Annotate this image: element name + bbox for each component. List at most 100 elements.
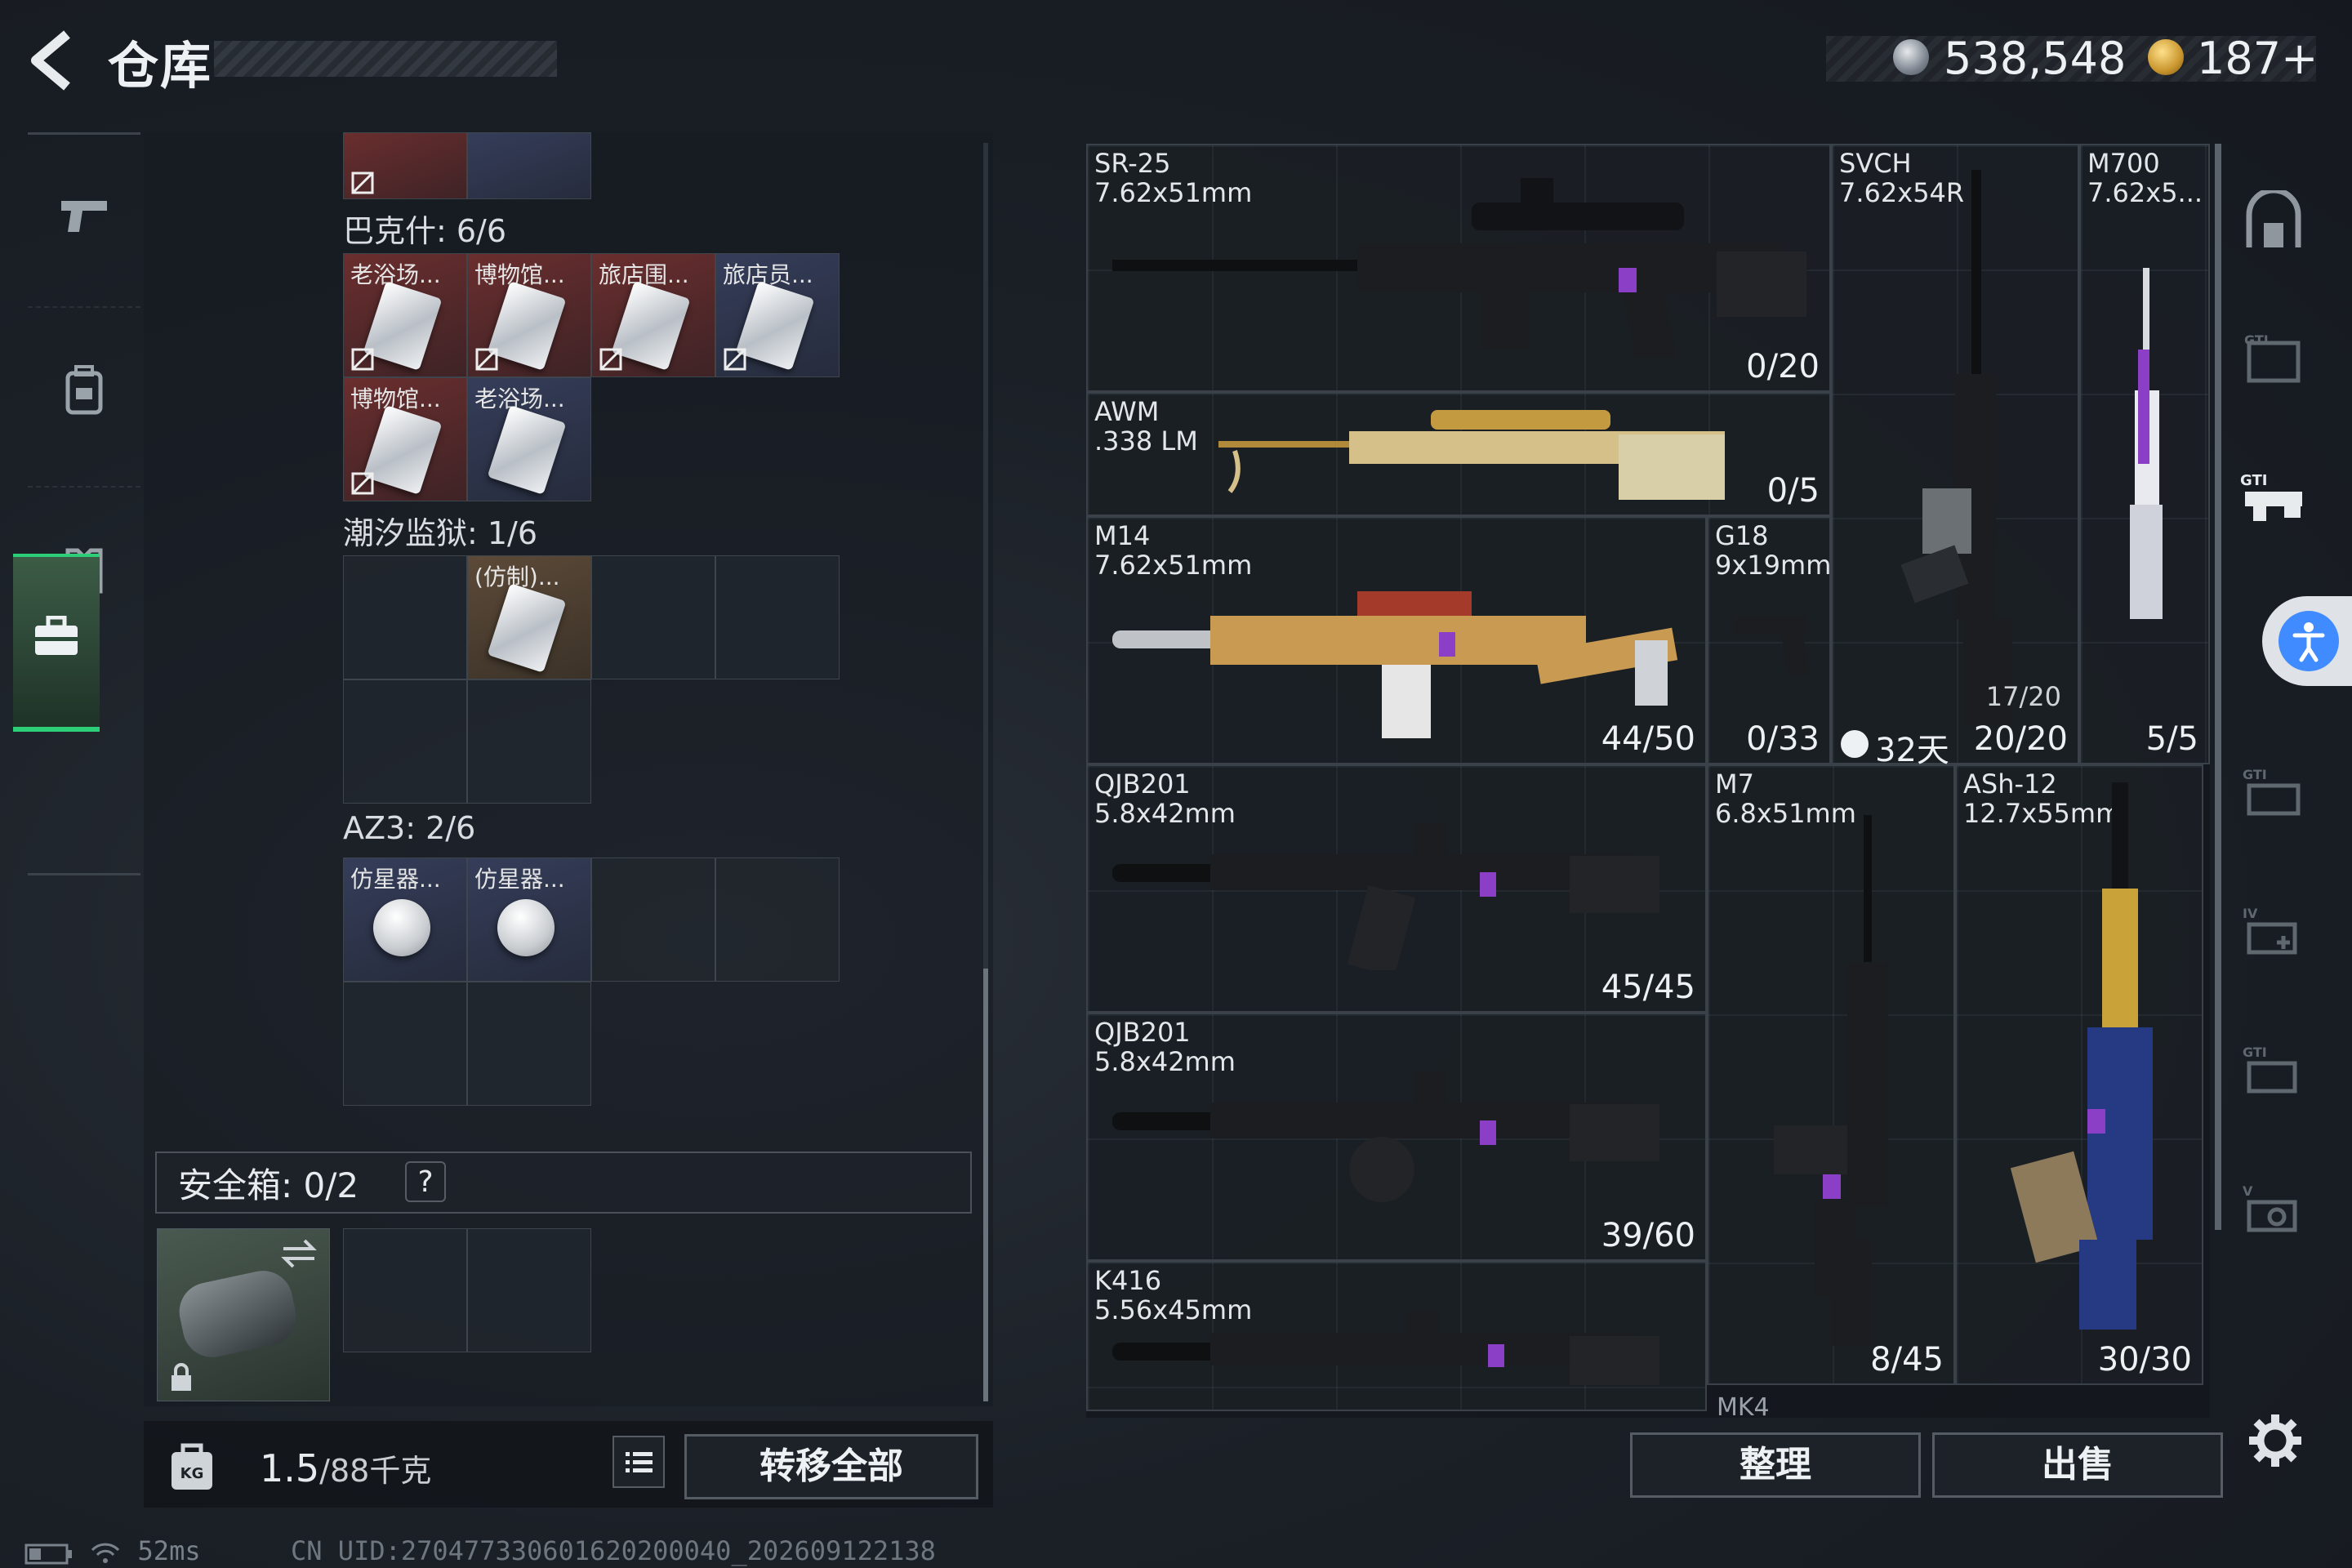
section-label: AZ3: 2/6 <box>343 810 476 846</box>
weight-bag-icon: KG <box>172 1443 212 1490</box>
safe-box-slot[interactable] <box>157 1228 330 1401</box>
empty-cell[interactable] <box>715 555 840 679</box>
tab-medical-icon: IV <box>2243 906 2297 955</box>
empty-cell[interactable] <box>343 1228 467 1352</box>
weapon-card-g18[interactable]: G18 9x19mm 0/33 <box>1707 516 1831 764</box>
weapon-card-svch[interactable]: SVCH 7.62x54R 17/20 20/20 <box>1831 144 2079 764</box>
empty-cell[interactable] <box>467 982 591 1106</box>
item-name: 仿星器... <box>474 866 565 893</box>
title-stripe <box>214 41 557 77</box>
ammo-subcount: 17/20 <box>1985 681 2061 712</box>
awm-rifle-icon <box>1218 410 1725 500</box>
item-cell[interactable]: 旅店员... <box>715 253 840 377</box>
item-cell[interactable]: 博物馆... <box>343 377 467 501</box>
item-cell[interactable]: 仿星器... <box>343 858 467 982</box>
blocked-icon <box>351 172 374 194</box>
weapon-card-m7[interactable]: M7 6.8x51mm 8/45 <box>1707 764 1955 1385</box>
keycard-icon <box>487 583 567 673</box>
bolt-rifle-icon <box>2130 268 2163 619</box>
section-label: 巴克什: 6/6 <box>343 213 507 249</box>
weapon-card-m14[interactable]: M14 7.62x51mm 44/50 <box>1086 516 1707 764</box>
item-cell[interactable]: (仿制)... <box>467 555 591 679</box>
pistol-icon <box>1733 616 1810 675</box>
empty-cell[interactable] <box>467 679 591 804</box>
weapons-scrollbar[interactable] <box>2215 144 2221 1230</box>
m14-rifle-icon <box>1112 591 1678 738</box>
rifle-vertical-icon <box>1900 170 2012 725</box>
svg-text:GTI: GTI <box>2240 472 2267 489</box>
weapon-card-sr25[interactable]: SR-25 7.62x51mm 0/20 <box>1086 144 1831 392</box>
tab-misc-icon: V <box>2243 1183 2297 1232</box>
sell-button[interactable]: 出售 <box>1932 1432 2223 1498</box>
stash-tab-1[interactable]: GTI <box>2231 299 2316 421</box>
toolbox-icon <box>35 616 78 655</box>
stash-scroll-thumb[interactable] <box>983 969 988 1401</box>
stash-tab-4[interactable]: IV <box>2231 871 2316 993</box>
weapon-card-qjb201-2[interactable]: QJB201 5.8x42mm 39/60 <box>1086 1013 1707 1261</box>
empty-cell[interactable] <box>591 858 715 982</box>
lock-icon <box>172 1363 191 1391</box>
back-arrow-icon[interactable] <box>24 29 82 91</box>
ammo-count: 44/50 <box>1601 720 1695 758</box>
settings-gear-icon[interactable] <box>2247 1413 2303 1468</box>
sort-button[interactable]: 整理 <box>1630 1432 1921 1498</box>
list-view-button[interactable] <box>612 1436 665 1488</box>
empty-cell[interactable] <box>591 555 715 679</box>
empty-cell[interactable] <box>343 982 467 1106</box>
stash-tab-3[interactable]: GTI <box>2231 732 2316 854</box>
silver-amount: 538,548 <box>1944 33 2127 84</box>
item-cell[interactable]: 老浴场... <box>467 377 591 501</box>
weapon-card-m700[interactable]: M700 7.62x5... 5/5 <box>2079 144 2210 764</box>
stash-tab-home[interactable] <box>2231 160 2316 283</box>
ammo-count: 0/33 <box>1746 720 1820 758</box>
section-label: 潮汐监狱: 1/6 <box>343 515 538 551</box>
wifi-icon <box>91 1543 120 1563</box>
swap-icon[interactable] <box>280 1237 318 1270</box>
ammo-count: 5/5 <box>2145 720 2198 758</box>
nav-gear-active[interactable] <box>13 554 100 732</box>
category-nav <box>28 132 140 875</box>
svg-text:IV: IV <box>2243 906 2258 921</box>
item-cell[interactable]: 仿星器... <box>467 858 591 982</box>
stash-tab-6[interactable]: V <box>2231 1148 2316 1271</box>
svg-text:V: V <box>2243 1183 2253 1199</box>
empty-cell[interactable] <box>715 858 840 982</box>
item-cell[interactable]: 博物馆... <box>467 253 591 377</box>
lmg-icon <box>1112 823 1659 970</box>
svg-text:GTI: GTI <box>2243 1045 2267 1060</box>
weapon-card-k416[interactable]: K416 5.56x45mm <box>1086 1261 1707 1411</box>
backpack-icon <box>65 365 103 415</box>
item-cell[interactable]: 旅店围... <box>591 253 715 377</box>
blocked-icon <box>351 472 374 495</box>
keycard-icon <box>487 281 567 371</box>
ammo-count: 8/45 <box>1870 1341 1944 1379</box>
stash-tab-2-active[interactable]: GTI <box>2231 438 2316 560</box>
item-cell[interactable] <box>343 132 467 199</box>
ash12-rifle-icon <box>2010 782 2153 1330</box>
nav-backpack[interactable] <box>28 306 140 471</box>
ammo-count: 0/5 <box>1766 472 1820 510</box>
svg-text:KG: KG <box>180 1465 204 1482</box>
nav-weapons[interactable] <box>28 135 140 298</box>
blocked-icon <box>724 348 746 371</box>
weapon-name: G18 9x19mm <box>1715 520 1831 581</box>
ammo-count: 30/30 <box>2097 1341 2192 1379</box>
stash-tab-5[interactable]: GTI <box>2231 1009 2316 1132</box>
weapon-card-ash12[interactable]: ASh-12 12.7x55mm 30/30 <box>1955 764 2203 1385</box>
empty-cell[interactable] <box>343 555 467 679</box>
transfer-all-button[interactable]: 转移全部 <box>684 1434 978 1499</box>
gold-amount[interactable]: 187+ <box>2197 33 2318 84</box>
item-cell[interactable]: 老浴场... <box>343 253 467 377</box>
help-button[interactable]: ? <box>405 1161 446 1202</box>
weight-readout: 1.5/88千克 <box>260 1446 431 1490</box>
stash-tabs: GTI GTI GTI IV GTI V <box>2231 144 2316 1369</box>
weapons-panel: SR-25 7.62x51mm 0/20 SVCH 7.62x54R 17/20… <box>1086 144 2210 1418</box>
empty-cell[interactable] <box>343 679 467 804</box>
weapon-card-awm[interactable]: AWM .338 LM 0/5 <box>1086 392 1831 516</box>
item-cell[interactable] <box>467 132 591 199</box>
weapon-card-qjb201-1[interactable]: QJB201 5.8x42mm 45/45 <box>1086 764 1707 1013</box>
list-icon <box>626 1452 653 1472</box>
uid-text: CN UID:270477330601620200040_20260912213… <box>291 1535 936 1566</box>
rifle-vertical-icon <box>1774 815 1888 1346</box>
empty-cell[interactable] <box>467 1228 591 1352</box>
